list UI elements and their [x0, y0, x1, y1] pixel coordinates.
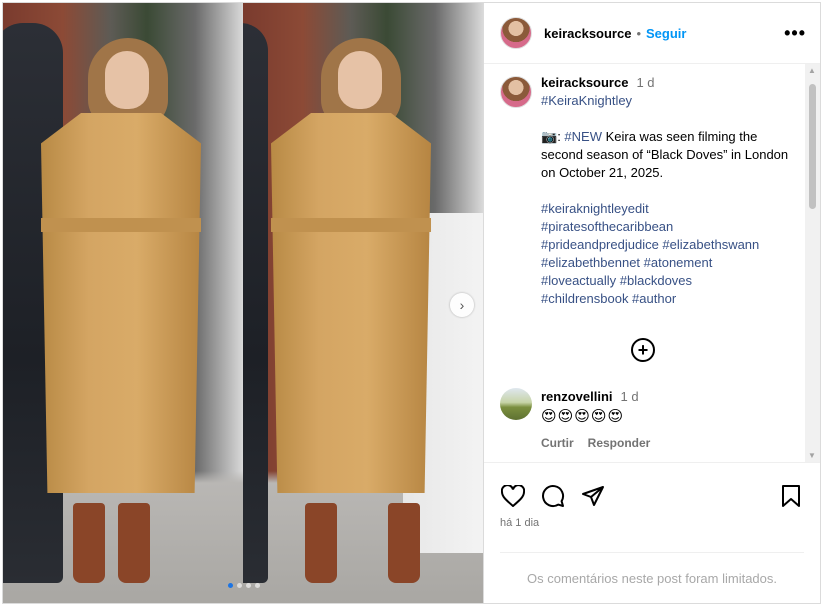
post-media[interactable]: › [3, 3, 483, 603]
carousel-next-button[interactable]: › [450, 293, 474, 317]
scrollbar[interactable]: ▲ ▼ [805, 64, 820, 462]
caption-time: 1 d [636, 75, 655, 90]
post-date[interactable]: há 1 dia [484, 517, 820, 529]
like-comment-button[interactable]: Curtir [541, 434, 574, 452]
scroll-down-icon[interactable]: ▼ [808, 451, 816, 460]
hashtag-line[interactable]: #loveactually #blackdoves [541, 272, 791, 290]
post-username[interactable]: keiracksource [544, 26, 631, 41]
camera-icon: 📷 [541, 129, 558, 144]
comment-icon[interactable] [540, 483, 566, 509]
avatar[interactable] [500, 76, 532, 108]
avatar[interactable] [500, 388, 532, 420]
caption-text: 📷: #NEW Keira was seen filming the secon… [541, 129, 789, 180]
post-side-panel: keiracksource • Seguir ••• keiracksource… [483, 3, 820, 603]
photo-right [243, 3, 483, 603]
actions-bar: há 1 dia Os comentários neste post foram… [484, 462, 820, 603]
add-circle-icon[interactable]: + [631, 338, 655, 362]
bookmark-icon[interactable] [778, 483, 804, 509]
more-icon[interactable]: ••• [784, 23, 806, 44]
post-modal: › keiracksource • Seguir ••• keiracksour… [2, 2, 821, 604]
scrollbar-thumb[interactable] [809, 84, 816, 209]
reply-button[interactable]: Responder [588, 434, 651, 452]
comment-username[interactable]: renzovellini [541, 388, 613, 406]
post-header: keiracksource • Seguir ••• [484, 3, 820, 64]
comment-time: 1 d [620, 389, 639, 404]
heart-icon[interactable] [500, 483, 526, 509]
share-icon[interactable] [580, 483, 606, 509]
separator: • [636, 25, 642, 41]
carousel-dot [228, 583, 233, 588]
hashtag-line[interactable]: #keiraknightleyedit [541, 200, 791, 218]
follow-button[interactable]: Seguir [646, 26, 686, 41]
caption-username[interactable]: keiracksource [541, 74, 628, 92]
hashtag[interactable]: #NEW [564, 129, 602, 144]
scroll-up-icon[interactable]: ▲ [808, 66, 816, 75]
hashtag-line[interactable]: #piratesofthecaribbean [541, 218, 791, 236]
divider [500, 552, 804, 553]
comments-limited-notice: Os comentários neste post foram limitado… [527, 571, 777, 586]
carousel-dots [228, 583, 260, 588]
comments-area: keiracksource 1 d #KeiraKnightley 📷: #NE… [484, 64, 806, 462]
hashtag[interactable]: #KeiraKnightley [541, 92, 791, 110]
hashtag-line[interactable]: #childrensbook #author [541, 290, 791, 308]
hashtag-line[interactable]: #prideandpredjudice #elizabethswann [541, 236, 791, 254]
avatar[interactable] [500, 17, 532, 49]
chevron-right-icon: › [459, 297, 465, 313]
photo-left [3, 3, 243, 603]
comment-text: 😍😍😍😍😍 [541, 408, 625, 425]
hashtag-line[interactable]: #elizabethbennet #atonement [541, 254, 791, 272]
carousel-dot [246, 583, 251, 588]
comment: renzovellini 1 d 😍😍😍😍😍 Curtir Responder [500, 388, 650, 452]
carousel-dot [255, 583, 260, 588]
caption: keiracksource 1 d #KeiraKnightley 📷: #NE… [500, 74, 806, 308]
carousel-dot [237, 583, 242, 588]
